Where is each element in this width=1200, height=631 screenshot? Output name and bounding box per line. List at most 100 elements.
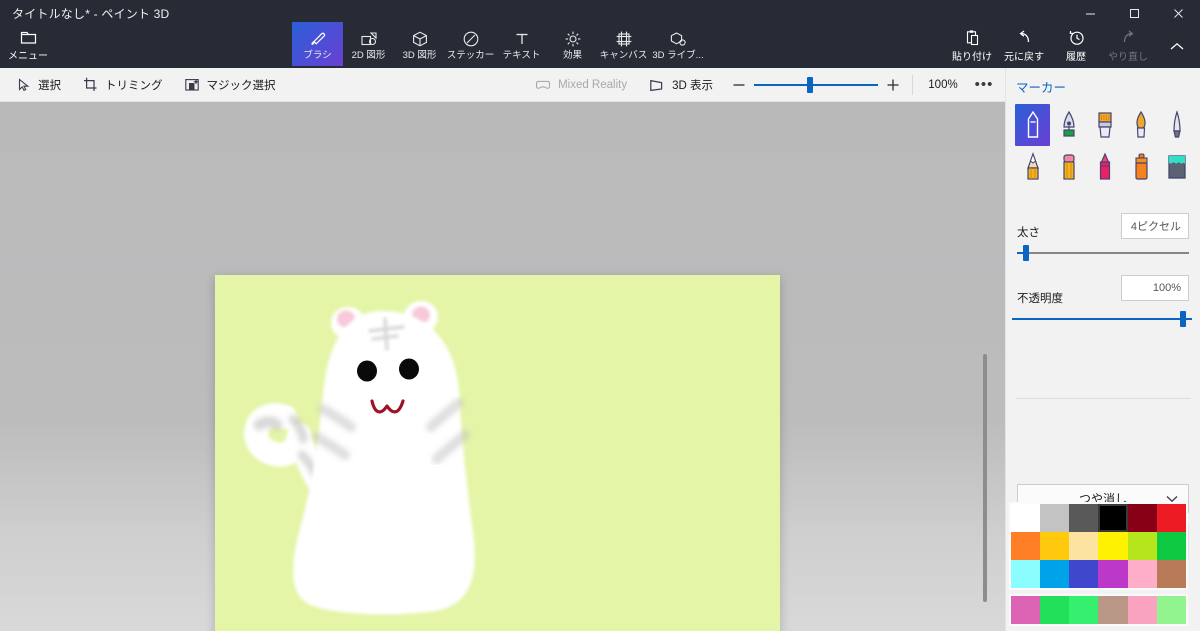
view-3d-label: 3D 表示 xyxy=(672,79,713,92)
brush-pixel-pen[interactable] xyxy=(1159,104,1194,146)
color-swatch[interactable] xyxy=(1069,504,1099,532)
color-swatch[interactable] xyxy=(1011,532,1041,560)
color-swatch[interactable] xyxy=(1098,504,1128,532)
zoom-value: 100% xyxy=(928,78,958,91)
maximize-button[interactable] xyxy=(1112,0,1156,26)
tab-text-label: テキスト xyxy=(502,49,541,61)
view-3d-button[interactable]: 3D 表示 xyxy=(638,70,724,100)
thickness-value[interactable]: 4ピクセル xyxy=(1121,213,1189,239)
zoom-slider-track xyxy=(754,83,878,86)
redo-button[interactable]: やり直し xyxy=(1102,26,1154,66)
opacity-slider-handle[interactable] xyxy=(1180,311,1186,327)
undo-button[interactable]: 元に戻す xyxy=(998,26,1050,66)
tab-3d-shapes[interactable]: 3D 図形 xyxy=(394,22,445,66)
secondary-toolbar: 選択 トリミング マジック選択 Mixed Reality 3D 表示 100%… xyxy=(0,68,1005,102)
color-swatch[interactable] xyxy=(1040,504,1070,532)
magic-select-button[interactable]: マジック選択 xyxy=(174,70,287,100)
color-swatch[interactable] xyxy=(1127,560,1157,588)
ribbon-tabs: ブラシ 2D 図形 3D 図形 ステッカー テキスト 効果 キャンバス 3D ラ… xyxy=(292,22,707,66)
tab-canvas[interactable]: キャンバス xyxy=(598,22,649,66)
redo-label: やり直し xyxy=(1108,52,1148,63)
recent-color-swatch[interactable] xyxy=(1040,596,1070,624)
menu-label: メニュー xyxy=(8,51,48,62)
menu-button[interactable]: メニュー xyxy=(4,26,52,66)
oil-brush-icon xyxy=(1097,112,1112,138)
tab-2d-shapes-label: 2D 図形 xyxy=(351,49,386,61)
recent-colors xyxy=(1009,594,1188,626)
panel-title: マーカー xyxy=(1016,81,1067,95)
tab-3d-library[interactable]: 3D ライブ... xyxy=(649,22,707,66)
color-swatch[interactable] xyxy=(1011,504,1041,532)
drawing-canvas[interactable] xyxy=(215,275,780,631)
brush-watercolor[interactable] xyxy=(1123,104,1158,146)
color-swatch[interactable] xyxy=(1098,560,1128,588)
tab-3d-library-label: 3D ライブ... xyxy=(652,49,704,61)
brush-crayon[interactable] xyxy=(1087,146,1122,188)
cat-drawing xyxy=(244,301,475,615)
color-swatch[interactable] xyxy=(1127,504,1157,532)
view-3d-icon xyxy=(649,78,665,92)
color-swatch[interactable] xyxy=(1040,560,1070,588)
brush-marker[interactable] xyxy=(1015,104,1050,146)
color-swatch[interactable] xyxy=(1156,504,1186,532)
paste-button[interactable]: 貼り付け xyxy=(946,26,998,66)
color-swatch[interactable] xyxy=(1127,532,1157,560)
paste-icon xyxy=(964,29,981,46)
zoom-slider[interactable] xyxy=(754,70,878,100)
effects-icon xyxy=(564,30,582,48)
shapes-2d-icon xyxy=(360,30,378,48)
zoom-out-button[interactable] xyxy=(724,70,754,100)
title-bar: タイトルなし* - ペイント 3D メニュー ブラシ 2D 図形 3D 図形 ス… xyxy=(0,0,1200,68)
brush-oil[interactable] xyxy=(1087,104,1122,146)
chevron-up-icon xyxy=(1170,42,1184,51)
zoom-in-button[interactable] xyxy=(878,70,908,100)
tab-brushes[interactable]: ブラシ xyxy=(292,22,343,66)
close-button[interactable] xyxy=(1156,0,1200,26)
recent-color-swatch[interactable] xyxy=(1127,596,1157,624)
color-swatch[interactable] xyxy=(1069,532,1099,560)
brush-calligraphy-pen[interactable] xyxy=(1051,104,1086,146)
brush-eraser[interactable] xyxy=(1051,146,1086,188)
tab-effects[interactable]: 効果 xyxy=(547,22,598,66)
thickness-slider-handle[interactable] xyxy=(1023,245,1029,261)
opacity-label: 不透明度 xyxy=(1017,293,1063,305)
mixed-reality-button[interactable]: Mixed Reality xyxy=(524,70,638,100)
color-swatch[interactable] xyxy=(1156,560,1186,588)
recent-color-swatch[interactable] xyxy=(1069,596,1099,624)
tab-2d-shapes[interactable]: 2D 図形 xyxy=(343,22,394,66)
more-options-button[interactable]: ••• xyxy=(969,70,999,100)
recent-color-swatch[interactable] xyxy=(1156,596,1186,624)
history-icon xyxy=(1068,29,1085,46)
select-tool-button[interactable]: 選択 xyxy=(6,70,72,100)
zoom-slider-handle[interactable] xyxy=(807,76,813,93)
tab-text[interactable]: テキスト xyxy=(496,22,547,66)
opacity-slider[interactable] xyxy=(1012,310,1192,328)
collapse-ribbon-button[interactable] xyxy=(1158,32,1196,60)
paste-label: 貼り付け xyxy=(952,52,992,63)
color-swatch[interactable] xyxy=(1040,532,1070,560)
tab-stickers-label: ステッカー xyxy=(446,49,495,61)
minimize-button[interactable] xyxy=(1068,0,1112,26)
color-swatch[interactable] xyxy=(1011,560,1041,588)
mixed-reality-label: Mixed Reality xyxy=(558,78,628,91)
history-button[interactable]: 履歴 xyxy=(1050,26,1102,66)
opacity-value[interactable]: 100% xyxy=(1121,275,1189,301)
mixed-reality-icon xyxy=(535,78,551,92)
brush-pencil[interactable] xyxy=(1015,146,1050,188)
workspace[interactable] xyxy=(0,102,1005,631)
color-swatch[interactable] xyxy=(1098,532,1128,560)
color-swatch[interactable] xyxy=(1069,560,1099,588)
brush-fill-bucket[interactable] xyxy=(1159,146,1194,188)
fill-bucket-icon xyxy=(1167,155,1186,179)
canvas-vertical-scrollbar[interactable] xyxy=(983,354,987,602)
color-swatch[interactable] xyxy=(1156,532,1186,560)
recent-color-swatch[interactable] xyxy=(1098,596,1128,624)
tab-stickers[interactable]: ステッカー xyxy=(445,22,496,66)
brush-spray-can[interactable] xyxy=(1123,146,1158,188)
crop-tool-button[interactable]: トリミング xyxy=(72,70,174,100)
window-controls xyxy=(1068,0,1200,26)
thickness-slider[interactable] xyxy=(1017,244,1189,262)
text-icon xyxy=(513,30,531,48)
3d-library-icon xyxy=(669,30,687,48)
recent-color-swatch[interactable] xyxy=(1011,596,1041,624)
